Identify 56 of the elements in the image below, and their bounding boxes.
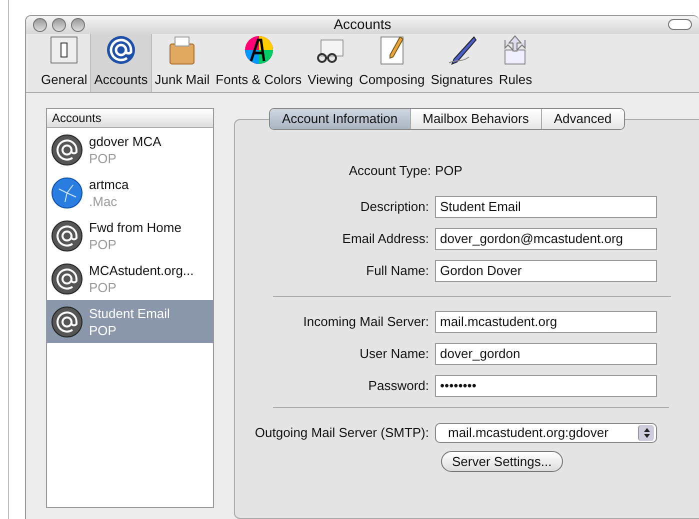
account-item[interactable]: gdover MCA POP [47,128,213,171]
text-field[interactable]: Student Email [435,196,657,218]
field-label: Outgoing Mail Server (SMTP): [254,424,430,442]
at-sign-icon [51,262,83,294]
account-name: artmca [89,176,129,192]
account-type: POP [89,150,118,166]
list-header: Accounts [47,109,213,128]
field-label: User Name: [358,345,430,364]
text-field[interactable]: mail.mcastudent.org [435,311,657,333]
at-sign-icon [51,220,83,252]
globe-icon [51,176,83,208]
field-label: Incoming Mail Server: [302,313,430,332]
text-field[interactable]: Gordon Dover [435,260,657,282]
server-settings-button[interactable]: Server Settings... [441,451,563,472]
at-sign-icon [51,134,83,166]
account-name: Fwd from Home [89,218,182,236]
toolbar-tab[interactable]: Viewing [304,34,356,92]
account-type: POP [89,278,118,296]
account-type: .Mac [89,192,118,210]
account-item[interactable]: Fwd from Home POP [47,214,213,257]
account-type: POP [89,322,118,338]
account-name: gdover MCA [89,132,162,150]
at-sign-icon [51,306,83,338]
tab[interactable]: Mailbox Behaviors [410,109,541,129]
toolbar-tab[interactable]: Junk Mail [152,34,213,92]
account-item[interactable]: MCAstudent.org... POP [47,257,213,300]
text-field[interactable]: dover_gordon@mcastudent.org [435,228,657,250]
field-label: Account Type: [348,162,432,180]
toolbar-tab[interactable]: Rules [496,34,536,92]
toolbar-tab[interactable]: Accounts [90,34,152,92]
window-control-icon[interactable] [33,18,47,32]
tab[interactable]: Advanced [540,109,624,129]
stepper-icon [638,425,654,441]
toolbar-tab[interactable]: Composing [356,34,428,92]
account-name: Student Email [89,304,170,322]
field-label: Password: [367,377,430,396]
toolbar-toggle-button[interactable] [668,19,692,30]
account-item[interactable]: artmca .Mac [47,171,213,214]
field-label: Email Address: [341,230,430,248]
toolbar-tab[interactable]: Fonts & Colors [212,34,305,92]
text-field[interactable]: dover_gordon [435,343,657,365]
field-label: Full Name: [365,262,430,280]
window-control-icon[interactable] [52,18,66,32]
tab[interactable]: Account Information [270,109,410,129]
at-sign-icon [104,34,137,66]
toolbar-tab[interactable]: General [38,34,90,92]
window-control-icon[interactable] [71,18,85,32]
account-type-value: POP [435,162,462,180]
account-name: MCAstudent.org... [89,262,194,278]
smtp-dropdown[interactable]: mail.mcastudent.org:gdover [435,423,657,443]
window-title: Accounts [334,16,392,34]
account-type: POP [89,236,118,252]
toolbar-tab[interactable]: Signatures [428,34,496,92]
color-wheel-icon [242,34,275,66]
text-field[interactable]: •••••••• [435,375,657,397]
field-label: Description: [359,198,430,216]
